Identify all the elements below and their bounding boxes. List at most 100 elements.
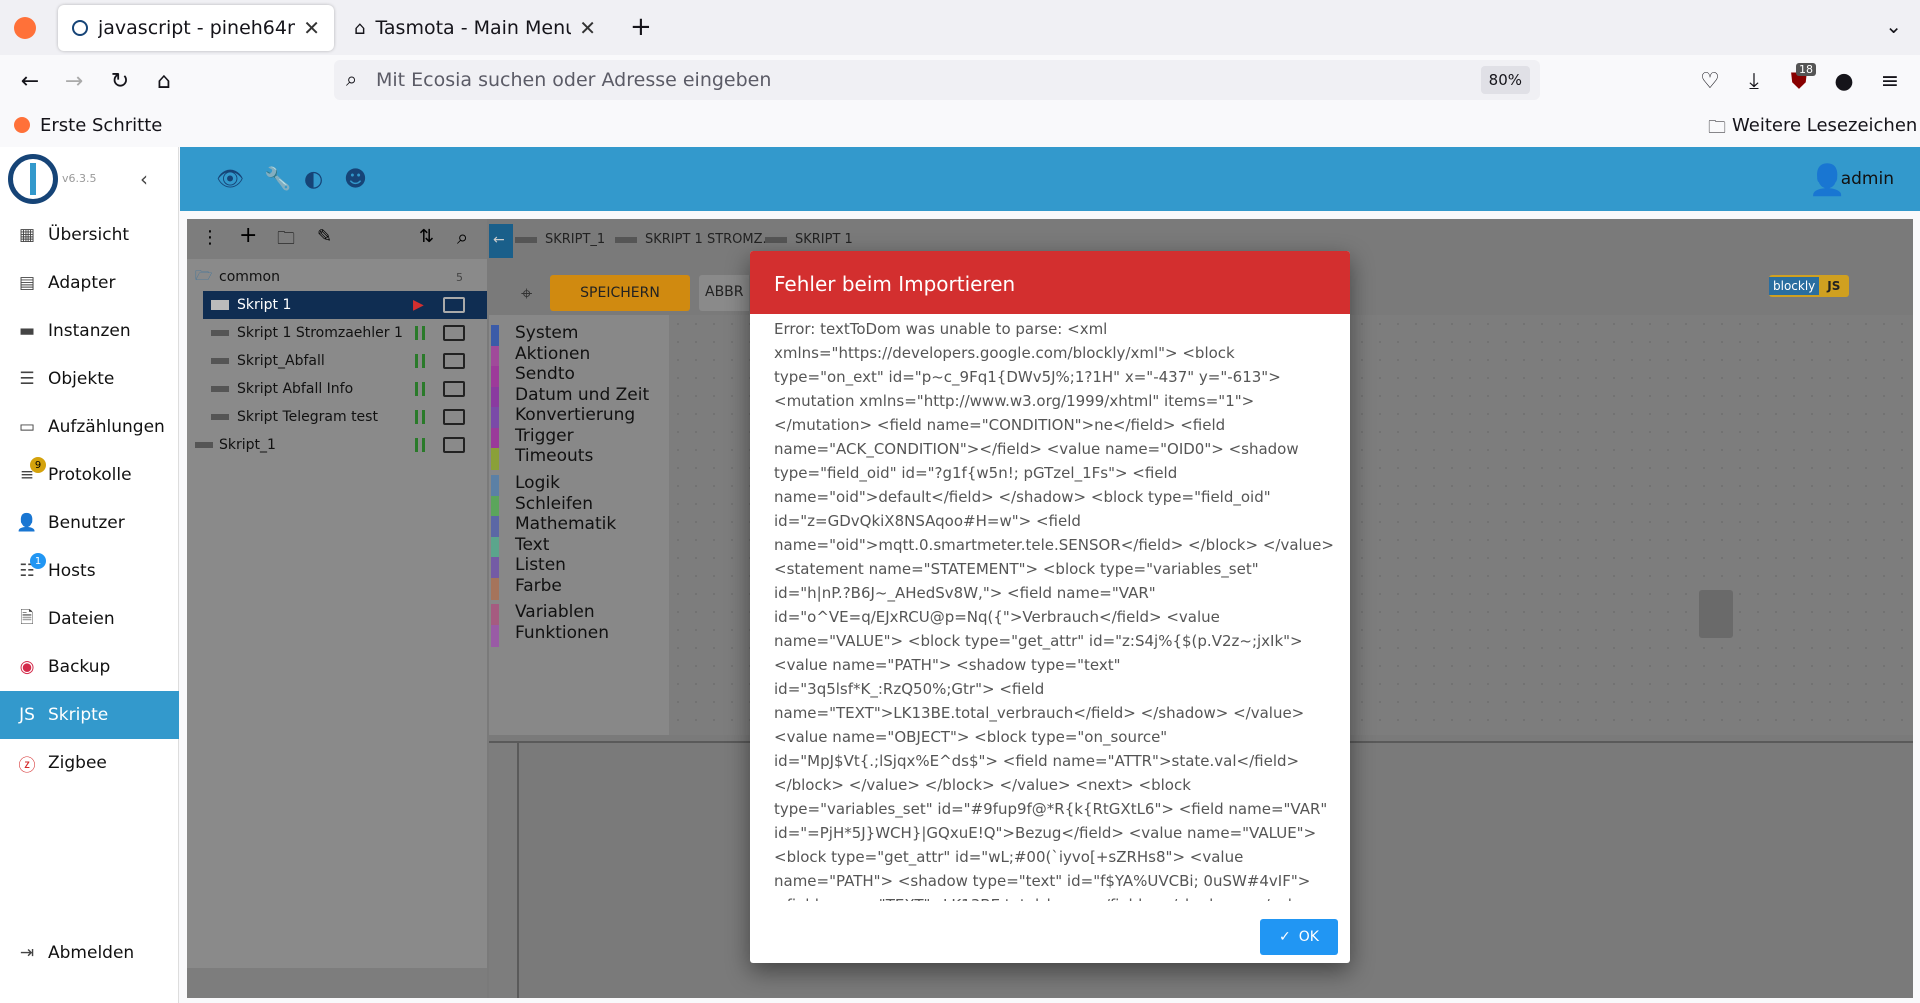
sidebar-item-label: Hosts: [48, 561, 96, 581]
close-tab-icon[interactable]: ✕: [303, 16, 320, 40]
pause-icon[interactable]: [415, 382, 425, 396]
target-icon[interactable]: ⌖: [521, 281, 532, 305]
tree-item-skript-abfall-info[interactable]: Skript Abfall Info: [203, 375, 487, 403]
sidebar-item-backup[interactable]: ◉ Backup: [0, 643, 179, 691]
export-icon[interactable]: [443, 325, 465, 341]
category-label: System: [515, 323, 579, 343]
edit-icon[interactable]: ✎: [317, 226, 332, 247]
sidebar-item-objekte[interactable]: ☰ Objekte: [0, 355, 179, 403]
search-icon[interactable]: ⌕: [457, 225, 468, 249]
sidebar-item-label: Benutzer: [48, 513, 125, 533]
sidebar-item-hosts[interactable]: ☷ 1 Hosts: [0, 547, 179, 595]
editor-tab-skript-1-active[interactable]: SKRIPT 1: [765, 232, 853, 247]
sidebar-item-instanzen[interactable]: ▬ Instanzen: [0, 307, 179, 355]
bookmark-erste-schritte[interactable]: Erste Schritte: [40, 115, 162, 136]
user-name[interactable]: admin: [1841, 169, 1894, 189]
tree-footer: [187, 968, 487, 998]
sidebar-item-aufzaehlungen[interactable]: ▭ Aufzählungen: [0, 403, 179, 451]
back-tab-icon[interactable]: ←: [489, 224, 513, 258]
ok-button[interactable]: ✓ OK: [1260, 919, 1338, 955]
sidebar-item-adapter[interactable]: ▤ Adapter: [0, 259, 179, 307]
sort-icon[interactable]: ⇅: [419, 226, 434, 247]
blockly-toggle[interactable]: blockly JS: [1769, 275, 1849, 297]
check-icon: ✓: [1279, 929, 1291, 945]
save-label: SPEICHERN: [580, 285, 660, 301]
eye-icon[interactable]: 👁: [216, 167, 244, 192]
category-color-swatch: [491, 448, 499, 470]
folder-open-icon: 🗁: [195, 268, 213, 284]
category-label: Variablen: [515, 602, 595, 622]
tree-item-skript-1-root[interactable]: Skript_1: [187, 431, 487, 459]
menu-icon[interactable]: ≡: [1876, 67, 1904, 95]
pause-icon[interactable]: [415, 438, 425, 452]
add-folder-icon[interactable]: 🗀: [277, 226, 295, 256]
category-label: Sendto: [515, 364, 575, 384]
theme-icon[interactable]: ◐: [304, 167, 323, 192]
sidebar-item-dateien[interactable]: 🗎 Dateien: [0, 595, 179, 643]
grid-icon: ▦: [18, 225, 36, 245]
pause-icon[interactable]: [415, 354, 425, 368]
tab-bar: javascript - pineh64mein: ✕ ⌂ Tasmota - …: [0, 0, 1920, 55]
tree-item-skript-1-stromzaehler[interactable]: Skript 1 Stromzaehler 1: [203, 319, 487, 347]
run-icon[interactable]: ▶: [413, 297, 424, 313]
cancel-button[interactable]: ABBR: [699, 275, 749, 311]
extension-icon[interactable]: ●: [1830, 67, 1858, 95]
back-icon[interactable]: ←: [16, 67, 44, 95]
category-farbe[interactable]: Farbe: [489, 576, 669, 600]
add-icon[interactable]: +: [239, 223, 257, 248]
category-timeouts[interactable]: Timeouts: [489, 446, 669, 470]
collapse-sidebar-icon[interactable]: ‹: [140, 167, 148, 191]
tree-folder-common[interactable]: 🗁 common 5: [187, 263, 487, 291]
export-icon[interactable]: [443, 409, 465, 425]
save-button[interactable]: SPEICHERN: [550, 275, 690, 311]
sidebar-item-benutzer[interactable]: 👤 Benutzer: [0, 499, 179, 547]
files-icon: 🗎: [20, 607, 34, 628]
reload-icon[interactable]: ↻: [106, 67, 134, 95]
wrench-icon[interactable]: 🔧: [264, 167, 291, 192]
js-label: JS: [1827, 279, 1841, 293]
browser-tab-tasmota[interactable]: ⌂ Tasmota - Main Menu ✕: [340, 5, 610, 51]
pause-icon[interactable]: [415, 326, 425, 340]
new-tab-button[interactable]: +: [630, 12, 652, 42]
list-all-tabs-icon[interactable]: ⌄: [1885, 14, 1902, 38]
export-icon[interactable]: [443, 353, 465, 369]
expert-mode-icon[interactable]: ☻: [344, 167, 367, 192]
category-funktionen[interactable]: Funktionen: [489, 623, 669, 647]
enum-icon: ▭: [18, 417, 36, 437]
sidebar-item-uebersicht[interactable]: ▦ Übersicht: [0, 211, 179, 259]
bookmark-weitere-lesezeichen[interactable]: Weitere Lesezeichen: [1732, 115, 1917, 136]
zoom-level[interactable]: 80%: [1480, 66, 1530, 94]
firefox-icon: [14, 117, 30, 133]
export-icon[interactable]: [443, 381, 465, 397]
pause-icon[interactable]: [415, 410, 425, 424]
tree-item-skript-telegram[interactable]: Skript Telegram test: [203, 403, 487, 431]
close-tab-icon[interactable]: ✕: [579, 16, 596, 40]
editor-tab-skript-stromz[interactable]: SKRIPT 1 STROMZ...: [615, 232, 775, 247]
export-icon[interactable]: [443, 297, 465, 313]
category-label: Logik: [515, 473, 560, 493]
category-label: Datum und Zeit: [515, 385, 650, 405]
tree-item-skript-1[interactable]: Skript 1 ▶: [203, 291, 487, 319]
trash-icon[interactable]: [1699, 590, 1733, 638]
sidebar-item-label: Übersicht: [48, 225, 130, 245]
tree-item-skript-abfall[interactable]: Skript_Abfall: [203, 347, 487, 375]
sidebar-item-label: Adapter: [48, 273, 116, 293]
export-icon[interactable]: [443, 437, 465, 453]
tree-toolbar: ⋮ + 🗀 ✎ ⇅ ⌕: [187, 219, 487, 259]
protokolle-badge: 9: [30, 457, 46, 473]
editor-tab-skript-1[interactable]: SKRIPT_1: [515, 232, 605, 247]
category-label: Konvertierung: [515, 405, 636, 425]
browser-tab-javascript[interactable]: javascript - pineh64mein: ✕: [58, 5, 334, 51]
url-bar[interactable]: ⌕ Mit Ecosia suchen oder Adresse eingebe…: [334, 60, 1540, 100]
list-icon: ☰: [19, 369, 35, 389]
downloads-icon[interactable]: ⤓: [1740, 67, 1768, 95]
pocket-icon[interactable]: ♡: [1696, 67, 1724, 95]
sidebar-item-skripte[interactable]: JS Skripte: [0, 691, 179, 739]
sidebar-item-protokolle[interactable]: ≡ 9 Protokolle: [0, 451, 179, 499]
more-icon[interactable]: ⋮: [201, 227, 219, 248]
home-icon[interactable]: ⌂: [150, 67, 178, 95]
forward-icon[interactable]: →: [60, 67, 88, 95]
firefox-view-icon[interactable]: [14, 17, 36, 39]
sidebar-item-zigbee[interactable]: ⓩ Zigbee: [0, 739, 179, 787]
sidebar-item-abmelden[interactable]: ⇥ Abmelden: [0, 929, 179, 977]
